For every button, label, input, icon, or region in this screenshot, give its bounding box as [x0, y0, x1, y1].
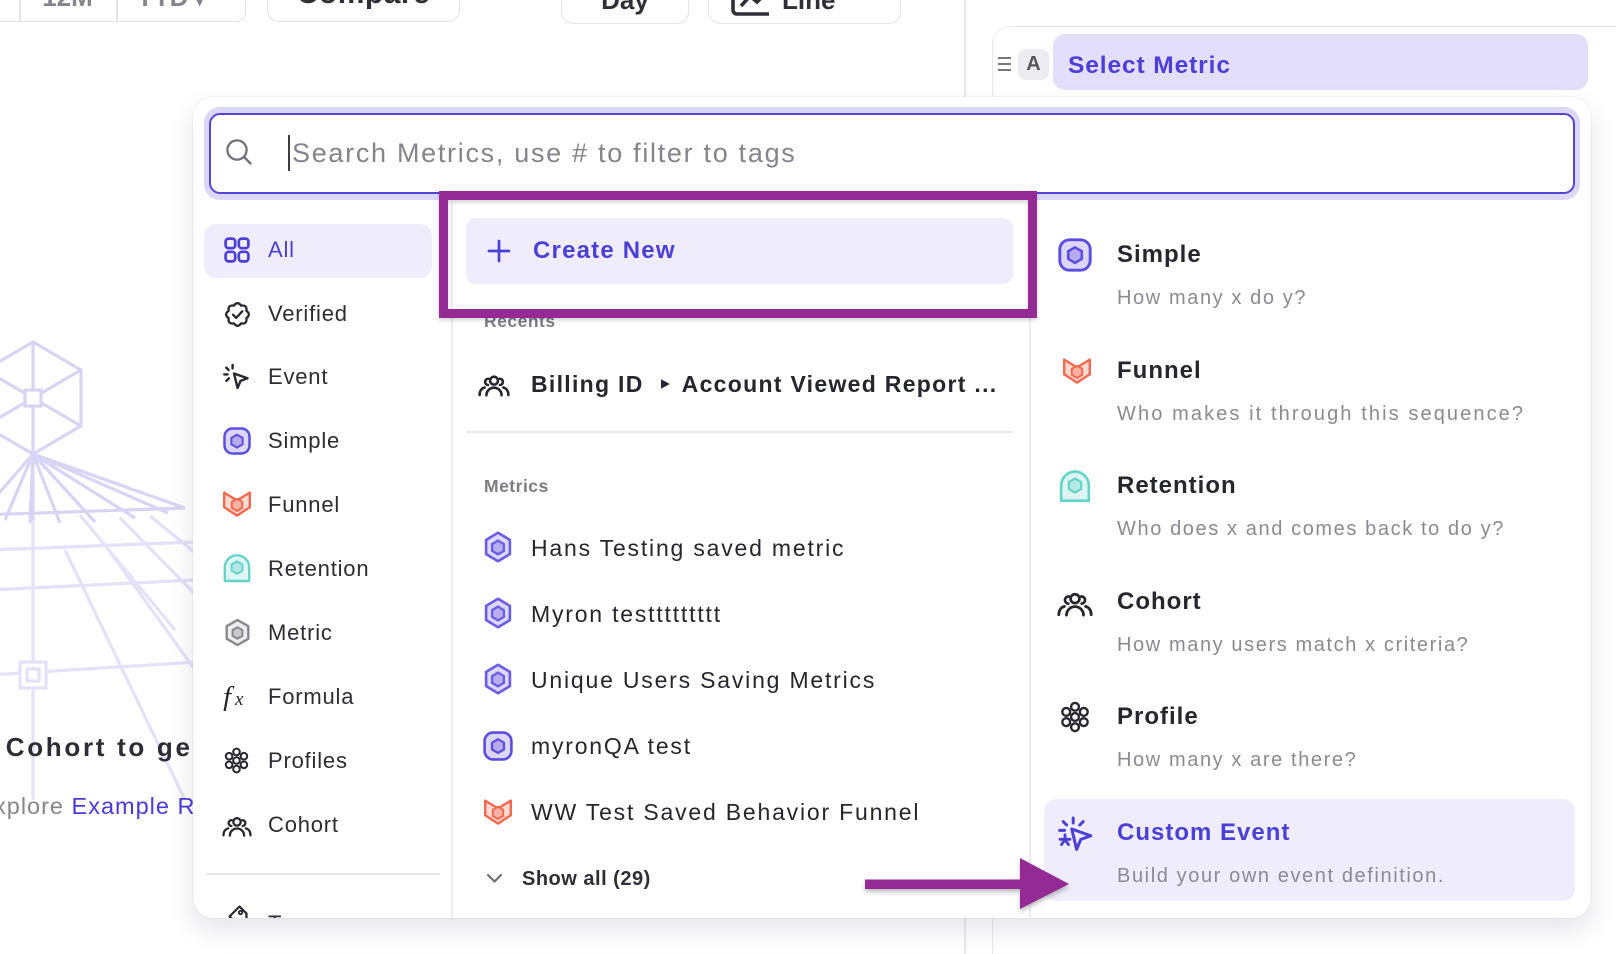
- svg-text:f: f: [223, 683, 235, 711]
- svg-text:x: x: [234, 689, 244, 710]
